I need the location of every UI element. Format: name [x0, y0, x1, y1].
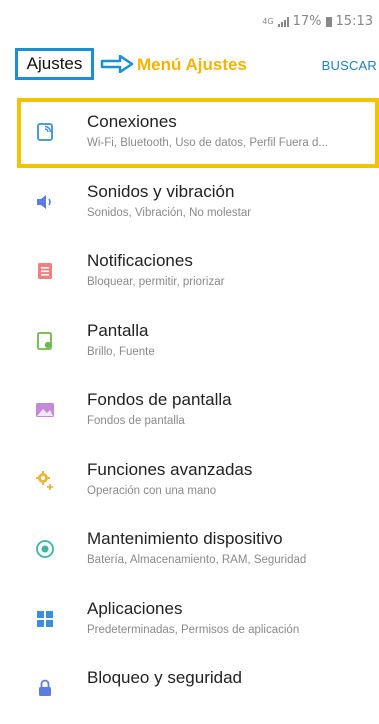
item-subtitle: Brillo, Fuente [87, 345, 155, 358]
item-title: Funciones avanzadas [87, 459, 253, 479]
signal-icon [277, 16, 289, 27]
annotation-label: Menú Ajustes [137, 55, 247, 74]
settings-item-advanced-features[interactable]: Funciones avanzadas Operación con una ma… [0, 446, 379, 516]
notifications-icon [34, 260, 56, 282]
item-subtitle: Operación con una mano [87, 484, 217, 497]
arrow-right-icon [100, 55, 134, 73]
item-title: Bloqueo y seguridad [87, 668, 243, 687]
item-subtitle: Sonidos, Vibración, No molestar [87, 206, 252, 219]
settings-item-sounds[interactable]: Sonidos y vibración Sonidos, Vibración, … [0, 168, 379, 238]
device-maintenance-icon [34, 538, 56, 560]
settings-item-apps[interactable]: Aplicaciones Predeterminadas, Permisos d… [0, 585, 379, 655]
lock-icon [34, 677, 56, 699]
settings-item-display[interactable]: Pantalla Brillo, Fuente [0, 307, 379, 377]
item-title: Sonidos y vibración [87, 181, 235, 201]
settings-list: Conexiones Wi-Fi, Bluetooth, Uso de dato… [0, 98, 379, 724]
item-subtitle: Bloquear, permitir, priorizar [87, 276, 225, 288]
battery-icon [325, 16, 332, 27]
advanced-features-icon [34, 469, 56, 491]
item-title: Mantenimiento dispositivo [87, 529, 283, 548]
item-subtitle: Wi-Fi, Bluetooth, Uso de datos, Perfil F… [87, 137, 328, 149]
item-title: Pantalla [87, 320, 149, 340]
settings-item-wallpaper[interactable]: Fondos de pantalla Fondos de pantalla [0, 376, 379, 446]
item-title: Fondos de pantalla [87, 390, 232, 409]
clock: 15:13 [335, 14, 373, 29]
display-icon [34, 330, 56, 352]
settings-item-notifications[interactable]: Notificaciones Bloquear, permitir, prior… [0, 237, 379, 307]
settings-item-lock-security[interactable]: Bloqueo y seguridad [0, 654, 379, 724]
item-title: Conexiones [87, 112, 177, 131]
page-title: Ajustes [15, 48, 94, 80]
page-title-text: Ajustes [26, 54, 83, 73]
app-bar: Ajustes Menú Ajustes BUSCAR [0, 44, 379, 90]
wallpaper-icon [34, 399, 56, 421]
apps-icon [34, 608, 56, 630]
item-subtitle: Batería, Almacenamiento, RAM, Seguridad [87, 554, 307, 566]
item-subtitle: Fondos de pantalla [87, 415, 185, 427]
sound-icon [34, 191, 56, 213]
item-subtitle: Predeterminadas, Permisos de aplicación [87, 623, 300, 636]
item-title: Notificaciones [87, 251, 193, 270]
connections-icon [34, 121, 56, 143]
battery-percent: 17% [292, 14, 322, 29]
status-bar: 4G 17% 15:13 [0, 0, 379, 40]
settings-item-connections[interactable]: Conexiones Wi-Fi, Bluetooth, Uso de dato… [17, 98, 379, 168]
item-title: Aplicaciones [87, 598, 183, 618]
network-type-label: 4G [262, 17, 274, 26]
settings-item-device-maintenance[interactable]: Mantenimiento dispositivo Batería, Almac… [0, 515, 379, 585]
search-button[interactable]: BUSCAR [322, 58, 377, 73]
